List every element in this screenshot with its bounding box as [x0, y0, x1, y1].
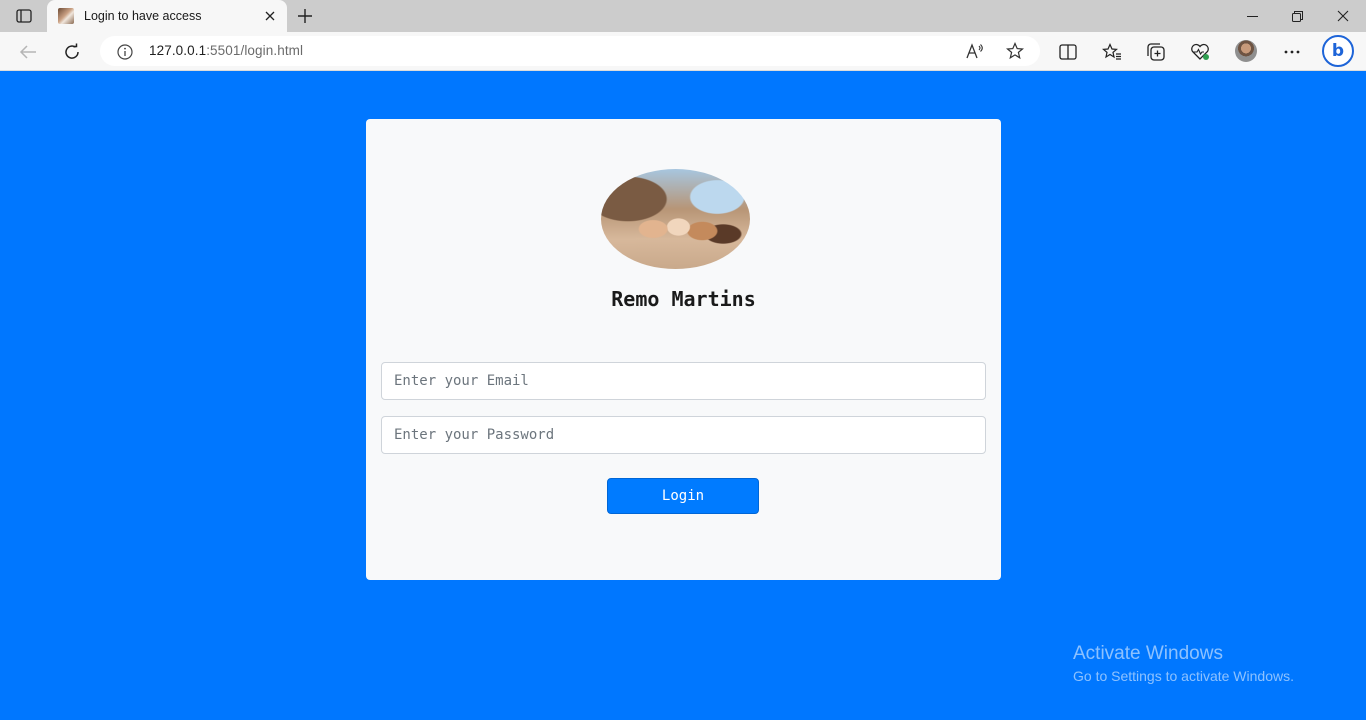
tab-strip: Login to have access — [0, 0, 1366, 32]
login-button[interactable]: Login — [607, 478, 759, 514]
url-path: :5501/login.html — [206, 43, 304, 58]
watermark-subtitle: Go to Settings to activate Windows. — [1073, 668, 1294, 684]
password-field[interactable] — [381, 416, 986, 454]
profile-name: Remo Martins — [611, 287, 756, 311]
back-arrow-icon[interactable] — [17, 41, 39, 63]
minimize-icon[interactable] — [1229, 0, 1275, 32]
browser-toolbar: 127.0.0.1:5501/login.html b — [0, 32, 1366, 71]
url-text[interactable]: 127.0.0.1:5501/login.html — [149, 43, 303, 58]
info-icon[interactable] — [116, 43, 133, 60]
close-icon[interactable] — [262, 8, 278, 24]
star-icon[interactable] — [1005, 41, 1025, 61]
refresh-icon[interactable] — [61, 41, 83, 63]
activation-watermark: Activate Windows Go to Settings to activ… — [1073, 643, 1294, 684]
tab-title: Login to have access — [84, 9, 202, 23]
address-bar[interactable]: 127.0.0.1:5501/login.html — [100, 36, 1040, 66]
email-field[interactable] — [381, 362, 986, 400]
copilot-icon[interactable]: b — [1322, 35, 1354, 67]
restore-icon[interactable] — [1274, 0, 1320, 32]
browser-tab[interactable]: Login to have access — [47, 0, 287, 32]
plus-icon[interactable] — [295, 6, 315, 26]
heart-pulse-icon[interactable] — [1189, 41, 1211, 63]
tab-actions-icon[interactable] — [10, 6, 38, 26]
login-card: Remo Martins Login — [366, 119, 1001, 580]
collections-icon[interactable] — [1145, 41, 1167, 63]
url-host: 127.0.0.1 — [149, 43, 207, 58]
split-screen-icon[interactable] — [1057, 41, 1079, 63]
favorites-icon[interactable] — [1101, 41, 1123, 63]
watermark-title: Activate Windows — [1073, 643, 1223, 664]
close-window-icon[interactable] — [1320, 0, 1366, 32]
profile-avatar[interactable] — [1235, 40, 1257, 62]
profile-photo — [601, 169, 750, 269]
read-aloud-icon[interactable] — [965, 41, 985, 61]
more-icon[interactable] — [1281, 41, 1303, 63]
tab-favicon — [58, 8, 74, 24]
